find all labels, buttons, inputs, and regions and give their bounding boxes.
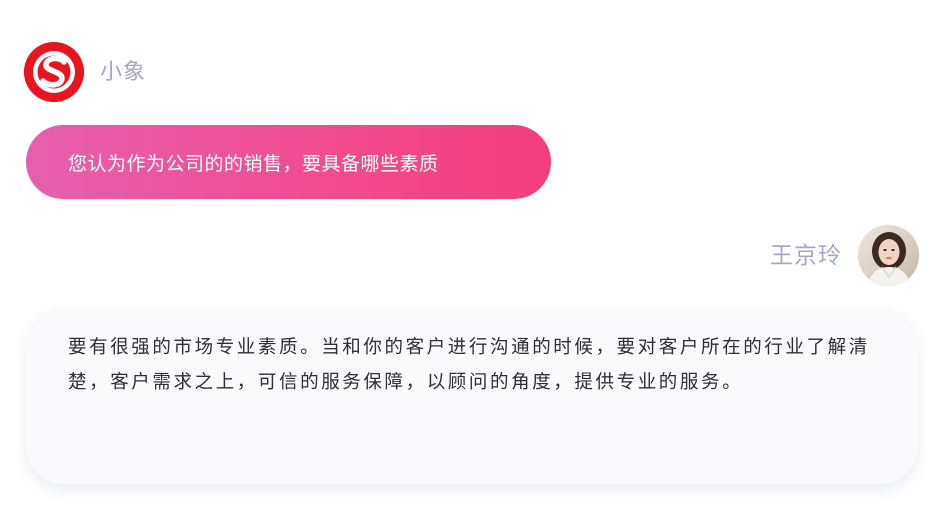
red-s-logo-icon	[24, 42, 84, 102]
user-avatar	[858, 225, 919, 286]
bot-avatar	[24, 42, 84, 102]
chat-page: 小象 您认为作为公司的的销售，要具备哪些素质 王京玲 要有很强的市场专业素质。当…	[0, 0, 937, 517]
user-message-bubble: 要有很强的市场专业素质。当和你的客户进行沟通的时候，要对客户所在的行业了解清楚，…	[26, 308, 918, 484]
bot-message-text: 您认为作为公司的的销售，要具备哪些素质	[68, 152, 439, 175]
user-photo-avatar	[858, 225, 919, 286]
user-name: 王京玲	[770, 243, 842, 269]
bot-message-bubble: 您认为作为公司的的销售，要具备哪些素质	[26, 125, 551, 199]
bot-name: 小象	[100, 60, 147, 85]
user-message-text: 要有很强的市场专业素质。当和你的客户进行沟通的时候，要对客户所在的行业了解清楚，…	[68, 337, 870, 393]
